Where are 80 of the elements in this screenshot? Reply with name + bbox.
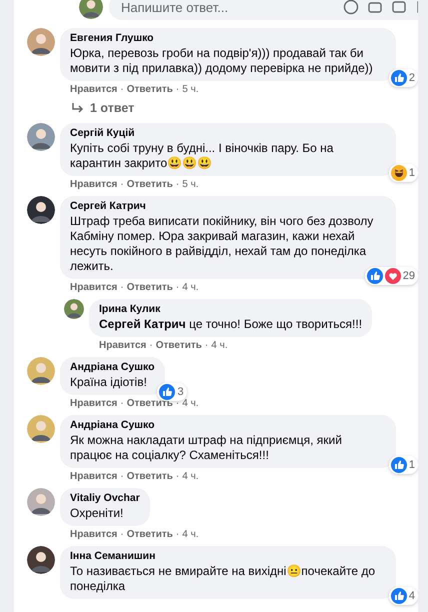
- timestamp[interactable]: 4 ч.: [182, 529, 199, 541]
- avatar[interactable]: [79, 0, 103, 19]
- reply-field[interactable]: Напишите ответ...: [109, 0, 418, 20]
- author-name[interactable]: Інна Семанишин: [70, 550, 386, 563]
- reply-arrow-icon: [72, 103, 84, 113]
- comment-text: Охреніти!: [70, 506, 124, 521]
- reaction-count: 29: [402, 270, 415, 282]
- author-name[interactable]: Андріана Сушко: [70, 419, 386, 432]
- separator-dot: ·: [120, 179, 124, 191]
- separator-dot: ·: [176, 529, 180, 541]
- like-icon: [390, 457, 407, 473]
- separator-dot: ·: [120, 529, 124, 541]
- author-name[interactable]: Сергій Куцій: [70, 127, 386, 140]
- separator-dot: ·: [120, 398, 124, 410]
- comment-text: Сергей Катрич це точно! Боже що твориться!!!: [99, 317, 362, 332]
- like-icon: [390, 588, 407, 604]
- avatar[interactable]: [27, 123, 55, 151]
- author-name[interactable]: Андріана Сушко: [70, 361, 155, 374]
- timestamp[interactable]: 4 ч.: [182, 282, 199, 294]
- timestamp[interactable]: 4 ч.: [182, 398, 199, 410]
- reaction-count: 3: [177, 386, 184, 398]
- reaction-count: 1: [408, 167, 415, 179]
- timestamp[interactable]: 5 ч.: [182, 179, 199, 191]
- author-name[interactable]: Евгения Глушко: [70, 32, 386, 45]
- action-link[interactable]: Ответить: [126, 471, 173, 483]
- reaction-count: 4: [408, 590, 415, 602]
- like-icon: [159, 384, 176, 400]
- action-link[interactable]: Ответить: [126, 84, 173, 96]
- comment-text: Країна ідіотів!: [70, 375, 148, 390]
- action-link[interactable]: Нравится: [70, 471, 118, 483]
- timestamp[interactable]: 5 ч.: [182, 84, 199, 96]
- separator-dot: ·: [176, 179, 180, 191]
- reaction-count: 1: [408, 459, 415, 471]
- separator-dot: ·: [176, 471, 180, 483]
- action-link[interactable]: Ответить: [126, 398, 173, 410]
- comment-text: То називається не вмирайте на вихідні😐почекайте до понеділка: [70, 564, 376, 594]
- action-link[interactable]: Нравится: [70, 529, 118, 541]
- author-name[interactable]: Сергей Катрич: [70, 200, 386, 213]
- separator-dot: ·: [149, 340, 153, 352]
- action-link[interactable]: Нравится: [70, 398, 118, 410]
- replies-count[interactable]: 1 ответ: [90, 101, 134, 115]
- action-link[interactable]: Ответить: [126, 529, 173, 541]
- reaction-badge[interactable]: 2: [388, 69, 418, 87]
- reaction-badge[interactable]: 1: [388, 456, 418, 474]
- like-icon: [366, 268, 383, 284]
- timestamp[interactable]: 4 ч.: [211, 340, 228, 352]
- avatar[interactable]: [27, 546, 55, 574]
- separator-dot: ·: [120, 84, 124, 96]
- reaction-badge[interactable]: 29: [364, 267, 418, 285]
- avatar[interactable]: [27, 415, 55, 443]
- action-link[interactable]: Ответить: [126, 179, 173, 191]
- separator-dot: ·: [176, 398, 180, 410]
- replies-link[interactable]: 1 ответ: [72, 101, 418, 115]
- action-link[interactable]: Ответить: [126, 282, 173, 294]
- comment-text: Юрка, перевозь гроби на подвір'я))) продавай так би мовити з під прилавка)) додому перевірка не прийде)): [70, 46, 374, 76]
- action-link[interactable]: Нравится: [99, 340, 146, 352]
- separator-dot: ·: [120, 282, 124, 294]
- avatar[interactable]: [27, 357, 55, 385]
- action-link[interactable]: Нравится: [70, 84, 118, 96]
- separator-dot: ·: [176, 282, 180, 294]
- action-link[interactable]: Нравится: [70, 282, 118, 294]
- author-name[interactable]: Ірина Кулик: [99, 303, 362, 316]
- like-icon: [390, 70, 407, 86]
- comment-text: Купіть собі труну в будні... І віночків пару. Бо на карантин закрито😃😃😃: [70, 141, 334, 171]
- avatar[interactable]: [27, 28, 55, 56]
- laughing-face-icon: [390, 165, 407, 181]
- reaction-count: 2: [408, 72, 415, 84]
- timestamp[interactable]: 4 ч.: [182, 471, 199, 483]
- comment-text: Як можна накладати штраф на підприємця, який працює на соціалку? Схаменіться!!!: [70, 433, 343, 463]
- avatar[interactable]: [27, 196, 55, 224]
- avatar[interactable]: [27, 488, 55, 516]
- separator-dot: ·: [204, 340, 208, 352]
- author-name[interactable]: Vitaliy Ovchar: [70, 492, 140, 505]
- separator-dot: ·: [120, 471, 124, 483]
- reaction-badge[interactable]: 4: [388, 587, 418, 605]
- avatar[interactable]: [64, 299, 84, 319]
- action-link[interactable]: Нравится: [70, 179, 118, 191]
- separator-dot: ·: [176, 84, 180, 96]
- reaction-badge[interactable]: 1: [388, 164, 418, 182]
- action-link[interactable]: Ответить: [156, 340, 202, 352]
